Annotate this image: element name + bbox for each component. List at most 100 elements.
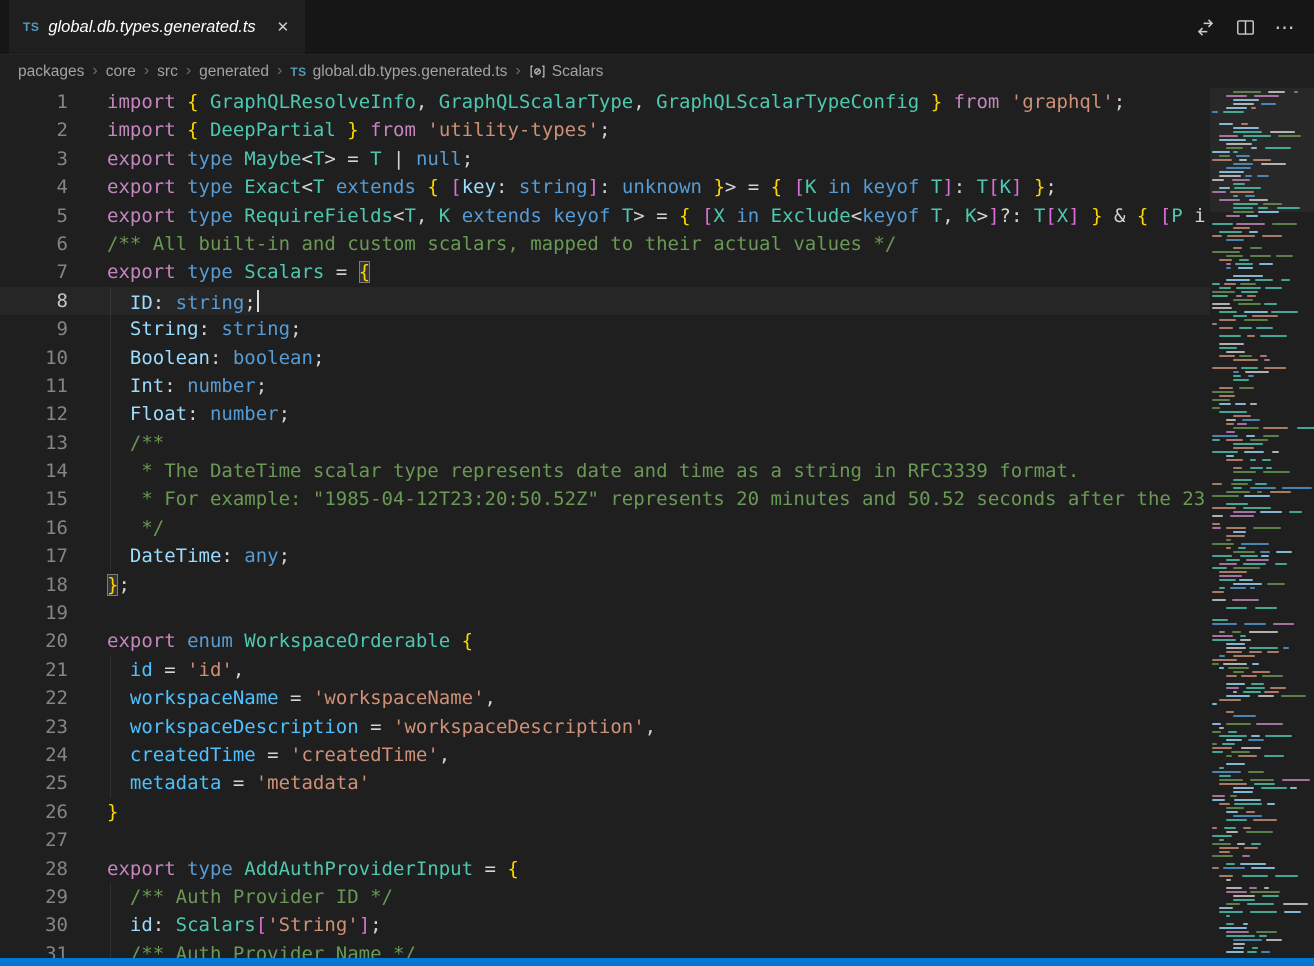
line-number[interactable]: 13 — [0, 429, 68, 457]
code-line[interactable]: 15 * For example: "1985-04-12T23:20:50.5… — [0, 485, 1210, 513]
line-number[interactable]: 8 — [0, 287, 68, 315]
code-line[interactable]: 2import { DeepPartial } from 'utility-ty… — [0, 116, 1210, 144]
breadcrumb-item-packages[interactable]: packages — [18, 63, 84, 81]
code-line[interactable]: 11 Int: number; — [0, 372, 1210, 400]
breadcrumb-item-core[interactable]: core — [106, 63, 136, 81]
line-number[interactable]: 31 — [0, 940, 68, 958]
code-line[interactable]: 19 — [0, 599, 1210, 627]
indent-guide — [110, 457, 111, 485]
line-number[interactable]: 7 — [0, 258, 68, 286]
line-number[interactable]: 15 — [0, 485, 68, 513]
code-line[interactable]: 4export type Exact<T extends { [key: str… — [0, 173, 1210, 201]
code-line[interactable]: 27 — [0, 826, 1210, 854]
code-line[interactable]: 20export enum WorkspaceOrderable { — [0, 627, 1210, 655]
code-line[interactable]: 24 createdTime = 'createdTime', — [0, 741, 1210, 769]
code-line[interactable]: 7export type Scalars = { — [0, 258, 1210, 286]
code-line[interactable]: 6/** All built-in and custom scalars, ma… — [0, 230, 1210, 258]
line-number[interactable]: 23 — [0, 713, 68, 741]
line-number[interactable]: 14 — [0, 457, 68, 485]
code-line[interactable]: 8 ID: string; — [0, 287, 1210, 315]
code-token: = — [256, 744, 290, 766]
line-number[interactable]: 2 — [0, 116, 68, 144]
code-line[interactable]: 14 * The DateTime scalar type represents… — [0, 457, 1210, 485]
code-line[interactable]: 26} — [0, 798, 1210, 826]
code-line[interactable]: 1import { GraphQLResolveInfo, GraphQLSca… — [0, 88, 1210, 116]
breadcrumb-item-generated[interactable]: generated — [199, 63, 269, 81]
line-number[interactable]: 20 — [0, 627, 68, 655]
code-line[interactable]: 9 String: string; — [0, 315, 1210, 343]
code-token: createdTime — [130, 744, 256, 766]
code-line[interactable]: 5export type RequireFields<T, K extends … — [0, 202, 1210, 230]
breadcrumb-item-src[interactable]: src — [157, 63, 178, 81]
code-token: { — [427, 176, 438, 198]
code-token: } — [931, 91, 942, 113]
code-line[interactable]: 23 workspaceDescription = 'workspaceDesc… — [0, 713, 1210, 741]
open-changes-icon[interactable] — [1190, 12, 1220, 42]
code-line[interactable]: 3export type Maybe<T> = T | null; — [0, 145, 1210, 173]
minimap[interactable] — [1210, 88, 1314, 958]
code-token: T — [931, 205, 942, 227]
code-token: keyof — [862, 176, 931, 198]
line-number[interactable]: 24 — [0, 741, 68, 769]
code-line[interactable]: 16 */ — [0, 514, 1210, 542]
line-number[interactable]: 16 — [0, 514, 68, 542]
code-line[interactable]: 28export type AddAuthProviderInput = { — [0, 855, 1210, 883]
code-token: T — [931, 176, 942, 198]
code-token: = — [153, 659, 187, 681]
code-token: unknown — [622, 176, 702, 198]
line-number[interactable]: 27 — [0, 826, 68, 854]
code-token: ] — [1068, 205, 1079, 227]
close-tab-icon[interactable]: ✕ — [273, 17, 294, 37]
breadcrumb-item-symbol[interactable]: Scalars — [529, 63, 604, 81]
code-line[interactable]: 10 Boolean: boolean; — [0, 344, 1210, 372]
code-token: i — [1183, 205, 1206, 227]
code-token: Float — [130, 403, 187, 425]
line-number[interactable]: 10 — [0, 344, 68, 372]
code-text: id = 'id', — [68, 656, 244, 684]
symbol-icon — [529, 63, 546, 80]
tab-global-db-types-generated[interactable]: TS global.db.types.generated.ts ✕ — [9, 0, 305, 54]
more-actions-icon[interactable]: ⋯ — [1270, 12, 1300, 42]
line-number[interactable]: 22 — [0, 684, 68, 712]
line-number[interactable]: 4 — [0, 173, 68, 201]
code-token: Scalars — [176, 914, 256, 936]
code-token: [ — [1045, 205, 1056, 227]
line-number[interactable]: 6 — [0, 230, 68, 258]
code-token: * For example: "1985-04-12T23:20:50.52Z"… — [130, 488, 1205, 510]
code-line[interactable]: 30 id: Scalars['String']; — [0, 911, 1210, 939]
code-token: : — [221, 545, 244, 567]
code-line[interactable]: 22 workspaceName = 'workspaceName', — [0, 684, 1210, 712]
code-line[interactable]: 17 DateTime: any; — [0, 542, 1210, 570]
line-number[interactable]: 25 — [0, 769, 68, 797]
code-token — [1148, 205, 1159, 227]
line-number[interactable]: 11 — [0, 372, 68, 400]
line-number[interactable]: 12 — [0, 400, 68, 428]
code-line[interactable]: 25 metadata = 'metadata' — [0, 769, 1210, 797]
split-editor-icon[interactable] — [1230, 12, 1260, 42]
line-number[interactable]: 5 — [0, 202, 68, 230]
code-line[interactable]: 13 /** — [0, 429, 1210, 457]
line-number[interactable]: 30 — [0, 911, 68, 939]
breadcrumb-item-file[interactable]: TS global.db.types.generated.ts — [290, 63, 507, 81]
line-number[interactable]: 21 — [0, 656, 68, 684]
code-token: [ — [256, 914, 267, 936]
code-text: export type AddAuthProviderInput = { — [68, 855, 519, 883]
line-number[interactable]: 26 — [0, 798, 68, 826]
code-line[interactable]: 18}; — [0, 571, 1210, 599]
code-line[interactable]: 31 /** Auth Provider Name */ — [0, 940, 1210, 958]
code-token: Boolean — [130, 347, 210, 369]
code-line[interactable]: 12 Float: number; — [0, 400, 1210, 428]
line-number[interactable]: 18 — [0, 571, 68, 599]
line-number[interactable]: 1 — [0, 88, 68, 116]
line-number[interactable]: 28 — [0, 855, 68, 883]
code-token: export — [107, 261, 187, 283]
line-number[interactable]: 3 — [0, 145, 68, 173]
line-number[interactable]: 19 — [0, 599, 68, 627]
line-number[interactable]: 29 — [0, 883, 68, 911]
line-number[interactable]: 9 — [0, 315, 68, 343]
code-line[interactable]: 29 /** Auth Provider ID */ — [0, 883, 1210, 911]
line-number[interactable]: 17 — [0, 542, 68, 570]
code-line[interactable]: 21 id = 'id', — [0, 656, 1210, 684]
code-token: AddAuthProviderInput — [244, 858, 473, 880]
code-token: string — [221, 318, 290, 340]
